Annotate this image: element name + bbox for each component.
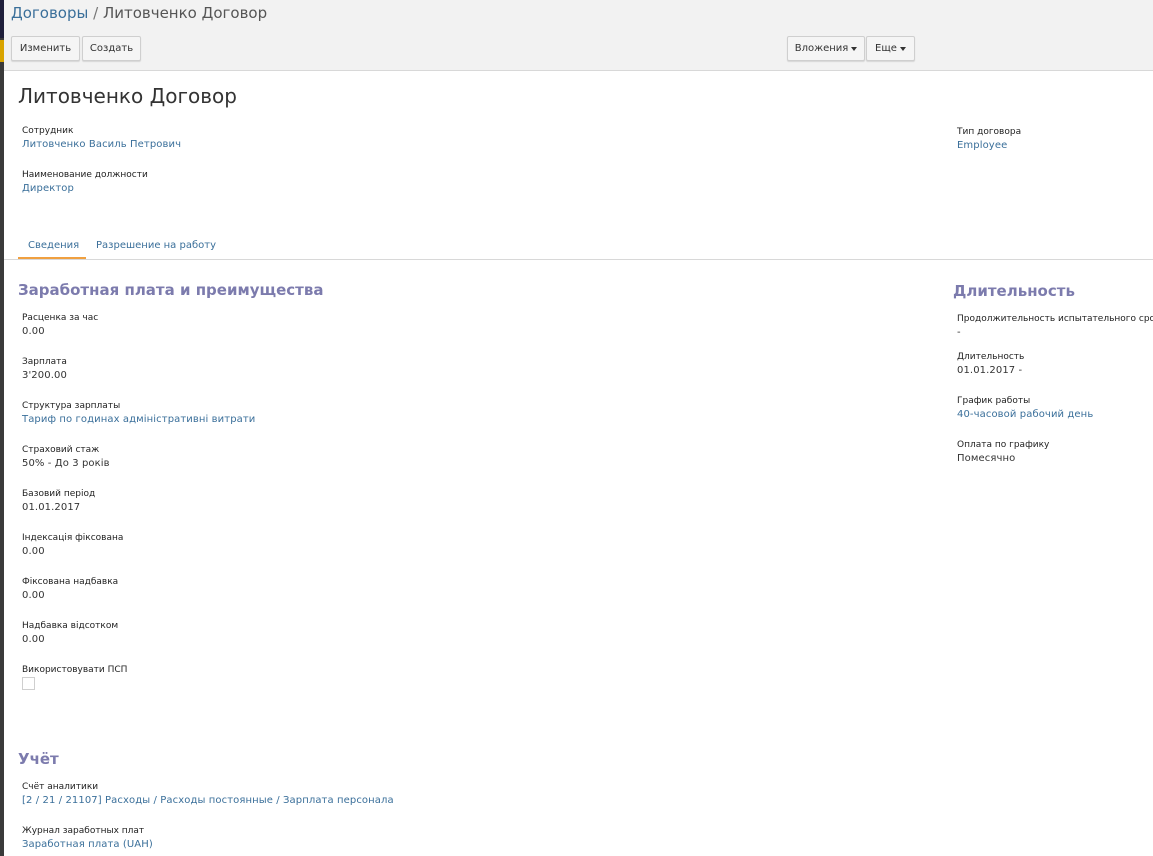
trial-period-value: -: [957, 327, 961, 338]
contract-type-label: Тип договора: [957, 127, 1022, 137]
left-edge-strip: [0, 0, 4, 856]
duration-label: Длительность: [957, 352, 1025, 362]
wage-value: 3'200.00: [22, 370, 67, 381]
breadcrumb-separator: /: [88, 4, 103, 22]
salary-structure-label: Структура зарплаты: [22, 401, 121, 411]
fixed-indexation-label: Індексація фіксована: [22, 533, 124, 543]
tabs-divider: [4, 259, 1153, 260]
fixed-bonus-value: 0.00: [22, 590, 45, 601]
salary-section-title: Заработная плата и преимущества: [18, 281, 324, 299]
breadcrumb: Договоры / Литовченко Договор: [11, 4, 267, 22]
base-period-value: 01.01.2017: [22, 502, 81, 513]
percent-bonus-value: 0.00: [22, 634, 45, 645]
more-label: Еще: [875, 43, 897, 54]
salary-structure-link[interactable]: Тариф по годинах адміністративні витрати: [22, 414, 255, 425]
scheduled-pay-value: Помесячно: [957, 453, 1016, 464]
duration-section-title: Длительность: [953, 282, 1075, 300]
attachments-dropdown-button[interactable]: Вложения: [787, 36, 865, 61]
payroll-journal-label: Журнал заработных плат: [22, 826, 145, 836]
accounting-section-title: Учёт: [18, 750, 59, 768]
insurance-seniority-label: Страховий стаж: [22, 445, 100, 455]
more-dropdown-button[interactable]: Еще: [866, 36, 915, 61]
hourly-rate-value: 0.00: [22, 326, 45, 337]
analytic-account-link[interactable]: [2 / 21 / 21107] Расходы / Расходы посто…: [22, 795, 394, 806]
payroll-journal-link[interactable]: Заработная плата (UAH): [22, 839, 153, 850]
caret-down-icon: [851, 46, 858, 51]
fixed-bonus-label: Фіксована надбавка: [22, 577, 119, 587]
duration-value: 01.01.2017 -: [957, 365, 1023, 376]
caret-down-icon: [899, 46, 906, 51]
use-psp-label: Використовувати ПСП: [22, 665, 128, 675]
analytic-account-label: Счёт аналитики: [22, 782, 99, 792]
breadcrumb-contracts-link[interactable]: Договоры: [11, 4, 88, 22]
record-title: Литовченко Договор: [18, 84, 237, 108]
hourly-rate-label: Расценка за час: [22, 313, 99, 323]
employee-link[interactable]: Литовченко Василь Петрович: [22, 139, 181, 150]
contract-type-link[interactable]: Employee: [957, 140, 1007, 151]
percent-bonus-label: Надбавка відсотком: [22, 621, 119, 631]
edit-button[interactable]: Изменить: [11, 36, 80, 61]
tab-details[interactable]: Сведения: [28, 240, 79, 251]
trial-period-label: Продолжительность испытательного срока: [957, 314, 1153, 324]
create-button[interactable]: Создать: [82, 36, 141, 61]
tab-work-permit[interactable]: Разрешение на работу: [96, 240, 216, 251]
use-psp-checkbox[interactable]: [22, 677, 35, 690]
scheduled-pay-label: Оплата по графику: [957, 440, 1050, 450]
job-title-label: Наименование должности: [22, 170, 148, 180]
breadcrumb-current: Литовченко Договор: [102, 4, 268, 22]
control-panel: Договоры / Литовченко Договор Изменить С…: [4, 0, 1153, 71]
employee-label: Сотрудник: [22, 126, 74, 136]
work-schedule-label: График работы: [957, 396, 1031, 406]
work-schedule-link[interactable]: 40-часовой рабочий день: [957, 409, 1093, 420]
wage-label: Зарплата: [22, 357, 67, 367]
attachments-label: Вложения: [794, 43, 849, 54]
base-period-label: Базовий період: [22, 489, 96, 499]
job-title-link[interactable]: Директор: [22, 183, 74, 194]
insurance-seniority-value: 50% - До 3 років: [22, 458, 110, 469]
fixed-indexation-value: 0.00: [22, 546, 45, 557]
